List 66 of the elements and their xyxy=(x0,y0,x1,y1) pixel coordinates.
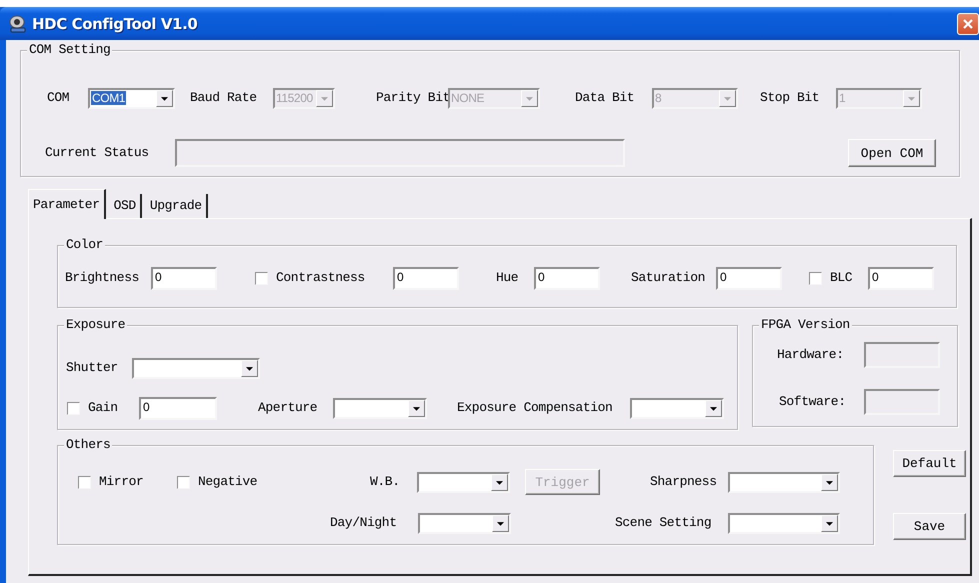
checkbox-label[interactable]: Negative xyxy=(198,474,258,490)
checkbox[interactable] xyxy=(67,402,80,414)
caret-icon xyxy=(903,90,920,106)
default-button[interactable]: Default xyxy=(893,450,966,477)
field-label: Hardware: xyxy=(777,347,845,363)
checkbox[interactable] xyxy=(78,476,91,488)
open-com-button[interactable]: Open COM xyxy=(848,139,936,167)
checkbox[interactable] xyxy=(255,272,268,284)
dropdown[interactable]: COM1 xyxy=(88,88,175,108)
dropdown[interactable] xyxy=(333,398,427,418)
caret-icon xyxy=(408,400,425,416)
save-button[interactable]: Save xyxy=(893,513,966,540)
dropdown[interactable] xyxy=(630,398,724,418)
caret-icon xyxy=(521,90,538,106)
field-label: W.B. xyxy=(370,474,401,490)
caret-icon xyxy=(821,514,838,532)
checkbox-label[interactable]: Mirror xyxy=(99,474,144,490)
text-field[interactable] xyxy=(175,139,625,167)
field-label: Scene Setting xyxy=(615,515,712,531)
caret-icon xyxy=(705,400,722,416)
text-field[interactable]: 0 xyxy=(716,266,782,290)
caret-icon xyxy=(316,90,333,106)
field-label: Stop Bit xyxy=(760,90,820,106)
field-label: Exposure Compensation xyxy=(457,400,614,416)
group-title: Exposure xyxy=(64,317,128,333)
close-icon xyxy=(962,18,974,30)
window-title: HDC ConfigTool V1.0 xyxy=(32,14,198,32)
field-label: Saturation xyxy=(631,270,706,286)
tab[interactable]: Parameter xyxy=(28,189,106,219)
checkbox-label[interactable]: Gain xyxy=(88,400,118,416)
dropdown[interactable] xyxy=(417,472,510,492)
group-title: COM Setting xyxy=(27,42,112,58)
text-field[interactable]: 0 xyxy=(393,266,459,290)
dropdown[interactable] xyxy=(418,512,511,534)
field-label: Data Bit xyxy=(575,90,636,106)
field-label: Baud Rate xyxy=(190,90,258,106)
field-label: Current Status xyxy=(45,145,150,161)
dropdown[interactable] xyxy=(132,358,260,378)
text-field[interactable]: 0 xyxy=(139,396,217,420)
text-field[interactable]: 0 xyxy=(151,266,217,290)
text-field[interactable] xyxy=(864,389,940,415)
checkbox[interactable] xyxy=(809,272,822,284)
caret-icon xyxy=(492,514,509,532)
close-button[interactable] xyxy=(957,12,979,34)
caret-icon xyxy=(821,474,838,490)
field-label: Software: xyxy=(779,394,847,410)
caret-icon xyxy=(491,474,508,490)
checkbox-label[interactable]: BLC xyxy=(830,270,852,286)
field-label: Sharpness xyxy=(650,474,718,490)
caret-icon xyxy=(241,360,258,376)
text-field[interactable] xyxy=(864,342,940,368)
field-label: Aperture xyxy=(258,400,318,416)
field-label: Brightness xyxy=(65,270,140,286)
checkbox-label[interactable]: Contrastness xyxy=(276,270,365,286)
caret-icon xyxy=(156,90,173,106)
checkbox[interactable] xyxy=(177,476,190,488)
dropdown[interactable] xyxy=(728,472,840,492)
field-label: Shutter xyxy=(66,360,119,376)
text-field[interactable]: 0 xyxy=(534,266,600,290)
field-label: Day/Night xyxy=(330,515,398,531)
dropdown[interactable] xyxy=(728,512,840,534)
text-field[interactable]: 0 xyxy=(868,266,934,290)
field-label: COM xyxy=(47,90,70,106)
field-label: Hue xyxy=(496,270,520,286)
webcam-icon xyxy=(8,14,28,32)
caret-icon xyxy=(719,90,736,106)
